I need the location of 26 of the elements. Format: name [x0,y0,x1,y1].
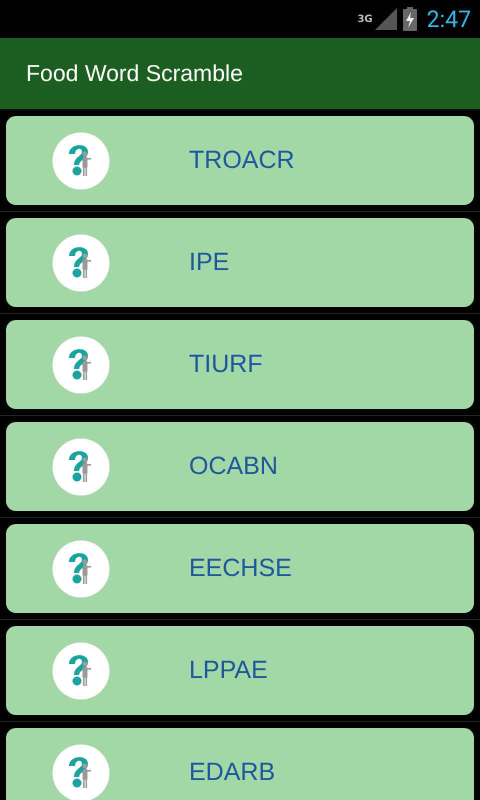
question-figure-icon [52,438,110,496]
scrambled-word: EDARB [189,758,276,787]
scrambled-word: EECHSE [189,554,292,583]
question-figure-icon [52,642,110,700]
word-card[interactable]: LPPAE [6,626,474,715]
scrambled-word: OCABN [189,452,278,481]
word-card[interactable]: IPE [6,218,474,307]
question-figure-icon [52,234,110,292]
question-figure-icon [52,540,110,598]
scrambled-word: LPPAE [189,656,268,685]
scrambled-word: TIURF [189,350,263,379]
question-figure-icon [52,336,110,394]
question-figure-icon [52,744,110,800]
word-card[interactable]: OCABN [6,422,474,511]
scrambled-word: TROACR [189,146,295,175]
question-figure-icon [52,132,110,190]
word-card[interactable]: TIURF [6,320,474,409]
word-card[interactable]: TROACR [6,116,474,205]
clock-time: 2:47 [426,6,471,32]
word-card[interactable]: EDARB [6,728,474,800]
app-title: Food Word Scramble [26,60,243,87]
network-type: 3G [357,14,373,24]
battery-charging-icon [402,7,417,31]
signal-icon [374,8,397,30]
word-card[interactable]: EECHSE [6,524,474,613]
scrambled-word: IPE [189,248,230,277]
